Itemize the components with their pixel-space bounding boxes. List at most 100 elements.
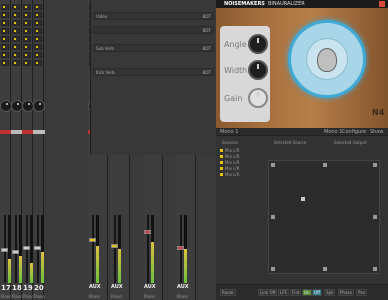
selected-source-label: Selected Source (274, 140, 307, 145)
lfe-button[interactable]: LFE (278, 289, 290, 296)
fader-handle[interactable] (144, 230, 151, 234)
mute-button[interactable] (33, 130, 45, 134)
control-panel: Angle Width Gain (220, 26, 270, 122)
tab-mono[interactable]: Mono 1 (220, 129, 238, 135)
send-row[interactable]: Video BOT (93, 12, 214, 20)
slot-indicator-icon (3, 46, 5, 48)
insert-slot[interactable] (34, 28, 42, 34)
meter-fill (41, 252, 44, 283)
insert-slot[interactable] (1, 20, 9, 26)
level-meter (41, 215, 44, 283)
on-button[interactable]: On (302, 289, 312, 296)
speaker-dot[interactable] (323, 267, 327, 271)
phase-button[interactable]: Phase (338, 289, 354, 296)
source-item[interactable]: Mix L/R (220, 172, 260, 177)
insert-slot[interactable] (34, 44, 42, 50)
speaker-button[interactable]: Spk (324, 289, 336, 296)
insert-slot[interactable] (12, 52, 20, 58)
insert-slot[interactable] (34, 12, 42, 18)
insert-slot[interactable] (1, 28, 9, 34)
channel-number: 20 (34, 284, 44, 292)
route-button[interactable]: Route (220, 289, 236, 296)
channel-number: AUX (177, 284, 189, 290)
pan-button[interactable]: Pan (356, 289, 368, 296)
insert-slot[interactable] (12, 60, 20, 66)
speaker-dot[interactable] (373, 267, 377, 271)
insert-slot[interactable] (12, 12, 20, 18)
insert-slot[interactable] (1, 60, 9, 66)
insert-slot[interactable] (1, 12, 9, 18)
insert-slot[interactable] (23, 4, 31, 10)
link-off-button[interactable]: Link Off (258, 289, 278, 296)
tab-mono-2[interactable]: Mono 1 (324, 129, 342, 135)
source-item[interactable]: Mix L/R (220, 148, 260, 153)
width-knob[interactable] (248, 60, 268, 80)
speaker-dot[interactable] (323, 163, 327, 167)
off-button[interactable]: Off (312, 289, 322, 296)
angle-knob[interactable] (248, 34, 268, 54)
insert-slot[interactable] (12, 4, 20, 10)
fader-handle[interactable] (177, 246, 184, 250)
level-meter (96, 215, 99, 283)
insert-slot[interactable] (23, 44, 31, 50)
slot-indicator-icon (3, 62, 5, 64)
slot-indicator-icon (36, 38, 38, 40)
fader-handle[interactable] (111, 244, 118, 248)
send-row[interactable]: Kick Verb BOT (93, 68, 214, 76)
speaker-dot[interactable] (373, 215, 377, 219)
insert-slot[interactable] (34, 52, 42, 58)
fader-handle[interactable] (12, 250, 19, 254)
insert-slot[interactable] (1, 44, 9, 50)
slot-indicator-icon (14, 62, 16, 64)
meter-fill (96, 245, 99, 283)
fader-handle[interactable] (34, 246, 41, 250)
insert-slot[interactable] (12, 44, 20, 50)
fader-track (147, 215, 149, 283)
insert-slot[interactable] (23, 28, 31, 34)
slot-indicator-icon (3, 22, 5, 24)
insert-slot[interactable] (12, 28, 20, 34)
insert-slot[interactable] (12, 20, 20, 26)
source-item[interactable]: Mix L/R (220, 160, 260, 165)
speaker-dot[interactable] (271, 215, 275, 219)
pan-knob[interactable] (33, 100, 45, 112)
insert-slot[interactable] (34, 36, 42, 42)
source-item[interactable]: Mix L/R (220, 166, 260, 171)
insert-slot[interactable] (1, 4, 9, 10)
close-icon[interactable] (379, 1, 385, 7)
source-list: Mix L/R Mix L/R Mix L/R Mix L/R Mix L/R (220, 140, 260, 180)
insert-slot[interactable] (34, 20, 42, 26)
fader-handle[interactable] (23, 246, 30, 250)
tab-configure[interactable]: Configure (342, 129, 366, 135)
speaker-dot[interactable] (271, 163, 275, 167)
slot-indicator-icon (3, 6, 5, 8)
source-position-dot[interactable] (301, 197, 305, 201)
insert-slot[interactable] (23, 52, 31, 58)
insert-slot[interactable] (1, 36, 9, 42)
source-item[interactable]: Mix L/R (220, 154, 260, 159)
fader-handle[interactable] (89, 238, 96, 242)
insert-slot[interactable] (23, 36, 31, 42)
slot-indicator-icon (25, 38, 27, 40)
channel-number: 18 (12, 284, 22, 292)
insert-slot[interactable] (1, 52, 9, 58)
insert-slot[interactable] (23, 20, 31, 26)
insert-slot[interactable] (12, 36, 20, 42)
sends-panel: Video BOT BOT Sub Verb BOT Kick Verb BOT (90, 0, 216, 155)
slot-indicator-icon (3, 30, 5, 32)
pan-pad[interactable] (268, 160, 380, 274)
fader-track (92, 215, 94, 283)
insert-slot[interactable] (23, 60, 31, 66)
slot-indicator-icon (36, 6, 38, 8)
speaker-dot[interactable] (271, 267, 275, 271)
insert-slot[interactable] (34, 4, 42, 10)
insert-slot[interactable] (34, 60, 42, 66)
flat-button[interactable]: Flat (290, 289, 302, 296)
insert-slot[interactable] (23, 12, 31, 18)
gain-knob[interactable] (248, 88, 268, 108)
send-row[interactable]: Sub Verb BOT (93, 44, 214, 52)
speaker-dot[interactable] (373, 163, 377, 167)
tab-show[interactable]: Show (370, 129, 384, 135)
send-row[interactable]: BOT (93, 26, 214, 34)
fader-handle[interactable] (1, 248, 8, 252)
